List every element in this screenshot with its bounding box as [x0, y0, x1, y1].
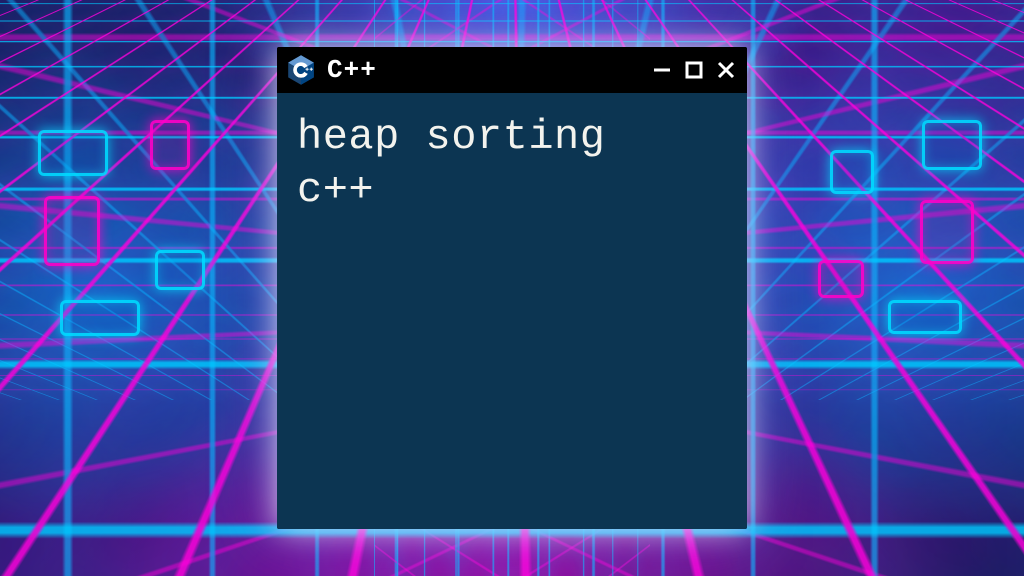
cpp-logo-icon [285, 54, 317, 86]
window-controls [651, 56, 737, 84]
deco-panel [920, 200, 974, 264]
deco-panel [150, 120, 190, 170]
deco-panel [922, 120, 982, 170]
terminal-content[interactable]: heap sorting c++ [277, 93, 747, 529]
deco-panel [818, 260, 864, 298]
deco-panel [155, 250, 205, 290]
maximize-button[interactable] [683, 56, 705, 84]
deco-panel [38, 130, 108, 176]
deco-panel [44, 196, 100, 266]
deco-panel [60, 300, 140, 336]
minimize-button[interactable] [651, 56, 673, 84]
terminal-window: C++ heap sorting c++ [277, 47, 747, 529]
deco-panel [830, 150, 874, 194]
window-title: C++ [327, 55, 641, 85]
titlebar[interactable]: C++ [277, 47, 747, 93]
close-button[interactable] [715, 56, 737, 84]
deco-panel [888, 300, 962, 334]
